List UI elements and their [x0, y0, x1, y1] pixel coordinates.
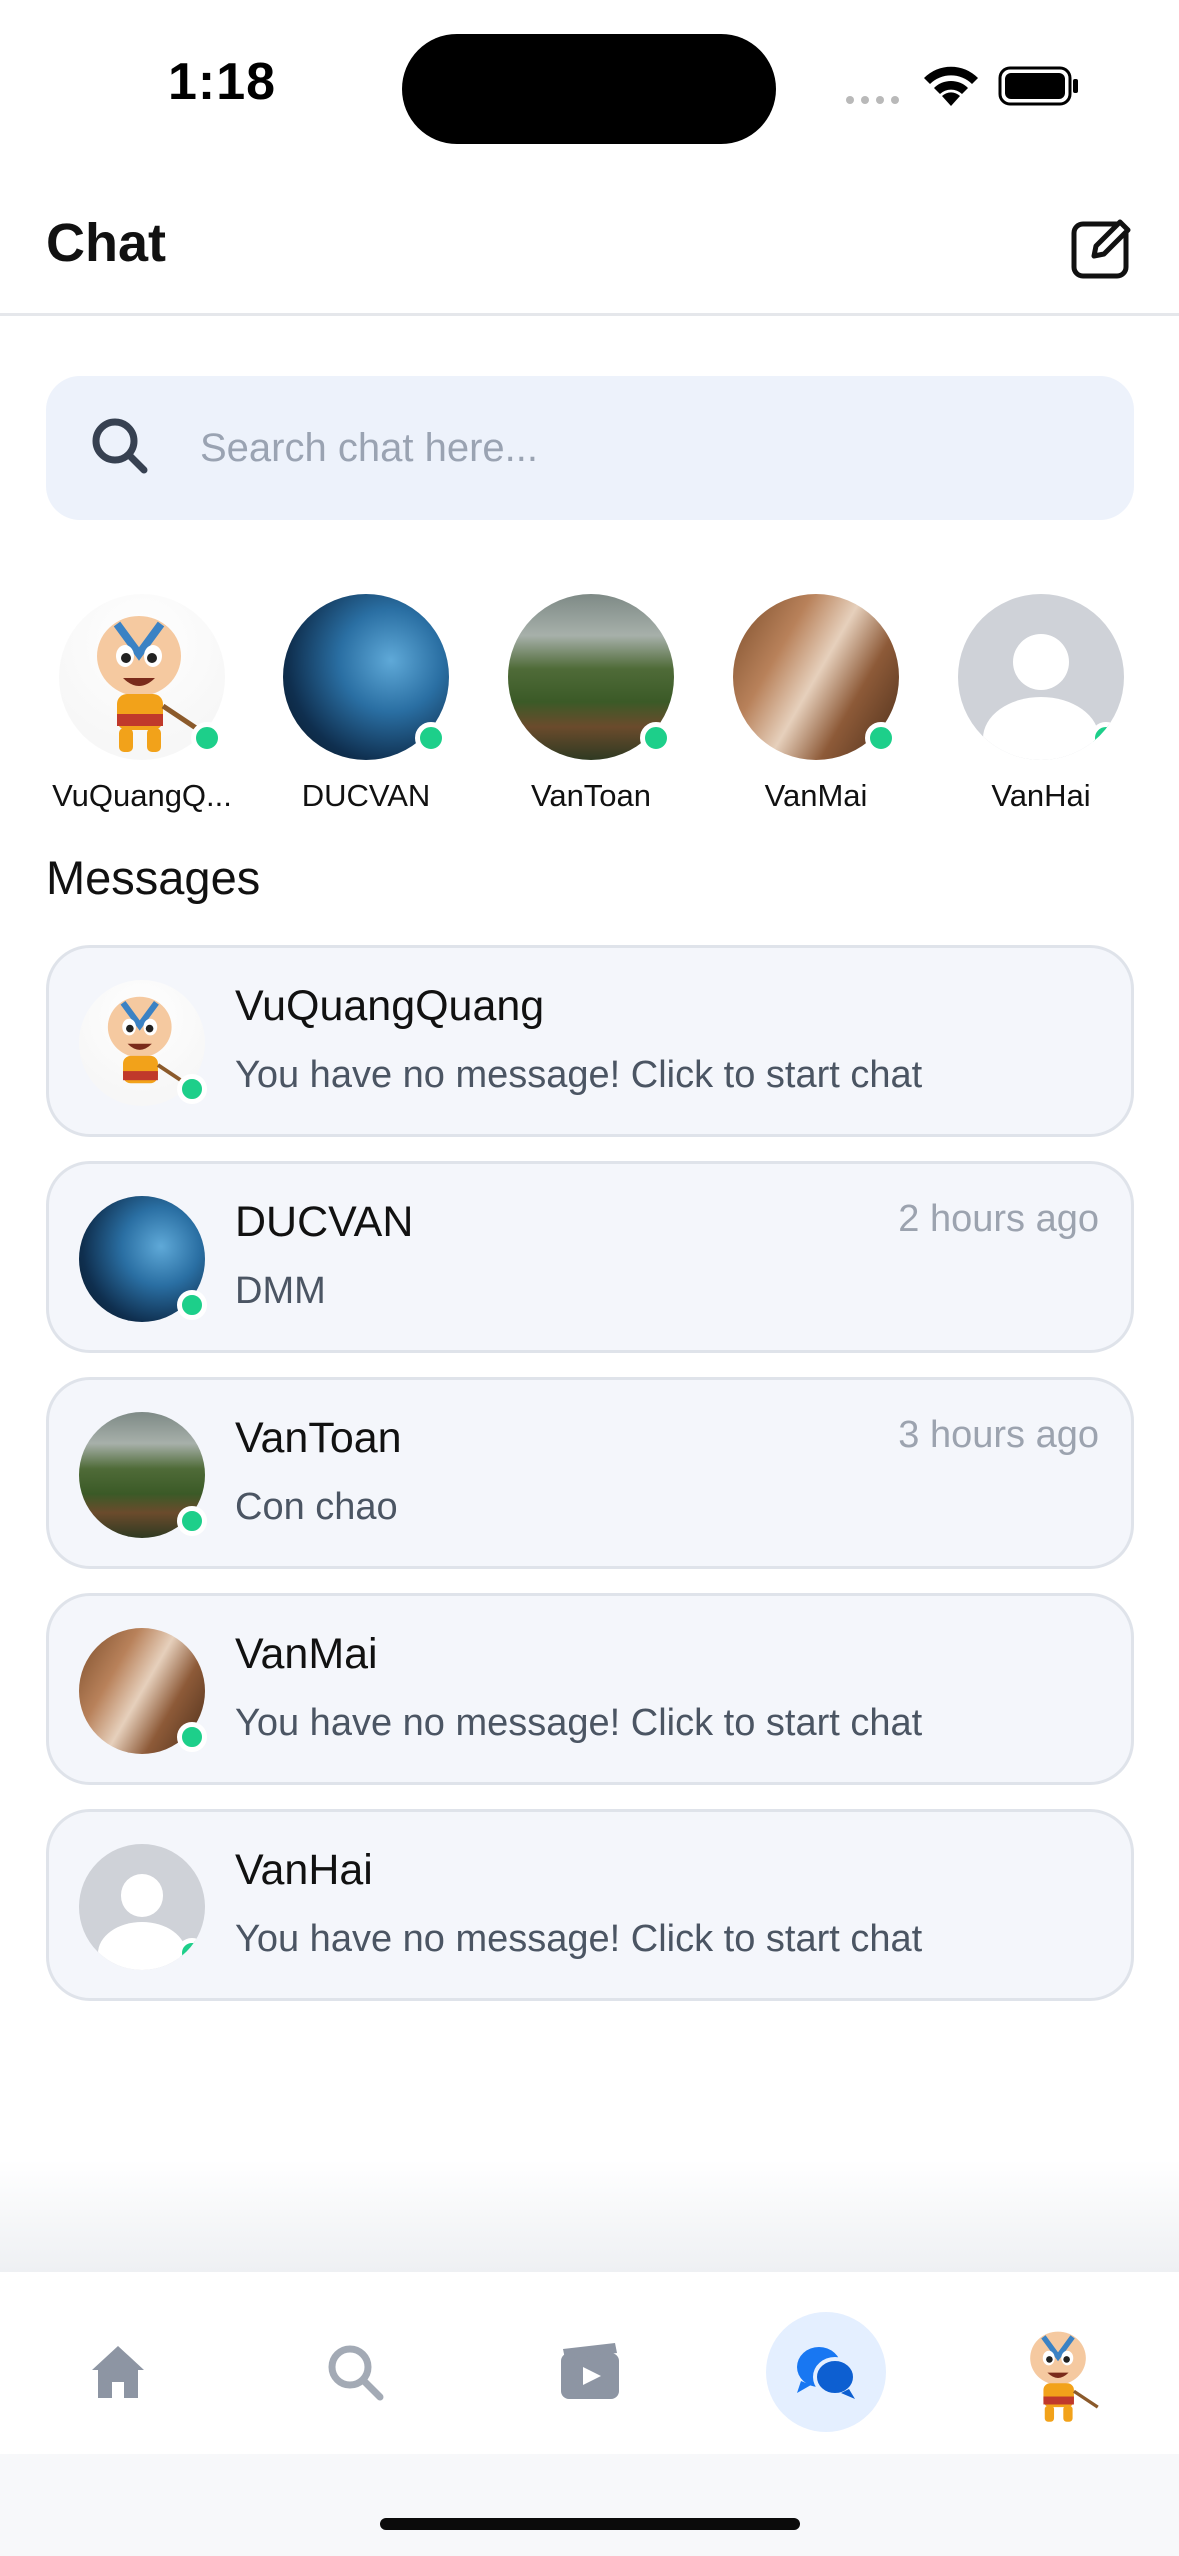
search-icon — [328, 2345, 384, 2401]
conversation-name: VanToan — [235, 1414, 402, 1462]
conversation-time: 3 hours ago — [898, 1414, 1099, 1456]
avatar — [508, 594, 674, 760]
video-icon — [561, 2343, 619, 2399]
tab-home[interactable] — [58, 2312, 178, 2432]
avatar — [79, 1196, 207, 1322]
online-status-dot — [177, 1938, 205, 1968]
conversation-name: DUCVAN — [235, 1198, 414, 1246]
conversation-item[interactable]: DUCVAN DMM 2 hours ago — [46, 1161, 1134, 1353]
messages-heading: Messages — [46, 851, 261, 904]
search-input[interactable] — [198, 376, 1098, 520]
online-status-dot — [1090, 722, 1122, 754]
story-item[interactable]: VanToan — [481, 594, 701, 814]
default-avatar — [958, 594, 1124, 760]
status-bar: 1:18 — [0, 0, 1179, 170]
compose-icon[interactable] — [1070, 216, 1134, 280]
story-item[interactable]: DUCVAN — [256, 594, 476, 814]
home-icon — [92, 2346, 144, 2398]
story-name: VanToan — [530, 778, 652, 813]
online-status-dot — [177, 1290, 207, 1320]
chat-icon — [797, 2347, 857, 2399]
conversation-preview: You have no message! Click to start chat — [235, 1054, 923, 1096]
online-status-dot — [177, 1074, 207, 1104]
bottom-tab-bar — [0, 2272, 1179, 2454]
tab-video[interactable] — [530, 2312, 650, 2432]
avatar — [733, 594, 899, 760]
conversation-preview: You have no message! Click to start chat — [235, 1702, 923, 1744]
story-name: VanHai — [991, 778, 1091, 813]
avatar — [79, 1412, 207, 1538]
bottom-safe-area — [0, 2454, 1179, 2556]
page-title: Chat — [46, 213, 166, 273]
story-item[interactable]: VanMai — [706, 594, 926, 814]
app-header: Chat — [0, 170, 1179, 316]
story-name: DUCVAN — [301, 778, 431, 813]
search-icon — [92, 418, 148, 474]
conversation-name: VuQuangQuang — [235, 982, 545, 1030]
conversation-item[interactable]: VuQuangQuang You have no message! Click … — [46, 945, 1134, 1137]
avatar — [283, 594, 449, 760]
default-avatar — [79, 1844, 205, 1970]
tab-profile[interactable] — [1000, 2312, 1120, 2432]
conversation-name: VanMai — [235, 1630, 378, 1678]
avatar — [79, 980, 207, 1106]
online-users-row: VuQuangQ... DUCVAN VanToan VanMai VanHai — [0, 594, 1179, 824]
online-status-dot — [640, 722, 672, 754]
online-status-dot — [177, 1722, 207, 1752]
online-status-dot — [191, 722, 223, 754]
conversation-preview: You have no message! Click to start chat — [235, 1918, 923, 1960]
dynamic-island — [402, 34, 776, 144]
status-time: 1:18 — [168, 53, 277, 111]
story-name: VanMai — [764, 778, 868, 813]
search-bar[interactable] — [46, 376, 1134, 520]
tab-search[interactable] — [295, 2312, 415, 2432]
tabbar-shadow — [0, 2160, 1179, 2272]
home-indicator[interactable] — [380, 2518, 800, 2530]
story-name: VuQuangQ... — [52, 778, 232, 813]
wifi-icon — [924, 66, 978, 106]
conversation-item[interactable]: VanMai You have no message! Click to sta… — [46, 1593, 1134, 1785]
online-status-dot — [177, 1506, 207, 1536]
avatar — [79, 1628, 207, 1754]
online-status-dot — [865, 722, 897, 754]
conversation-preview: DMM — [235, 1270, 326, 1312]
signal-icon — [846, 96, 899, 104]
conversation-name: VanHai — [235, 1846, 373, 1894]
conversation-item[interactable]: VanToan Con chao 3 hours ago — [46, 1377, 1134, 1569]
conversation-preview: Con chao — [235, 1486, 398, 1528]
battery-icon — [998, 66, 1078, 106]
tab-chat[interactable] — [766, 2312, 886, 2432]
conversation-item[interactable]: VanHai You have no message! Click to sta… — [46, 1809, 1134, 2001]
avatar — [59, 594, 225, 760]
profile-avatar — [1030, 2331, 1099, 2422]
online-status-dot — [415, 722, 447, 754]
conversation-time: 2 hours ago — [898, 1198, 1099, 1240]
story-item[interactable]: VanHai — [931, 594, 1151, 814]
story-item[interactable]: VuQuangQ... — [32, 594, 252, 814]
